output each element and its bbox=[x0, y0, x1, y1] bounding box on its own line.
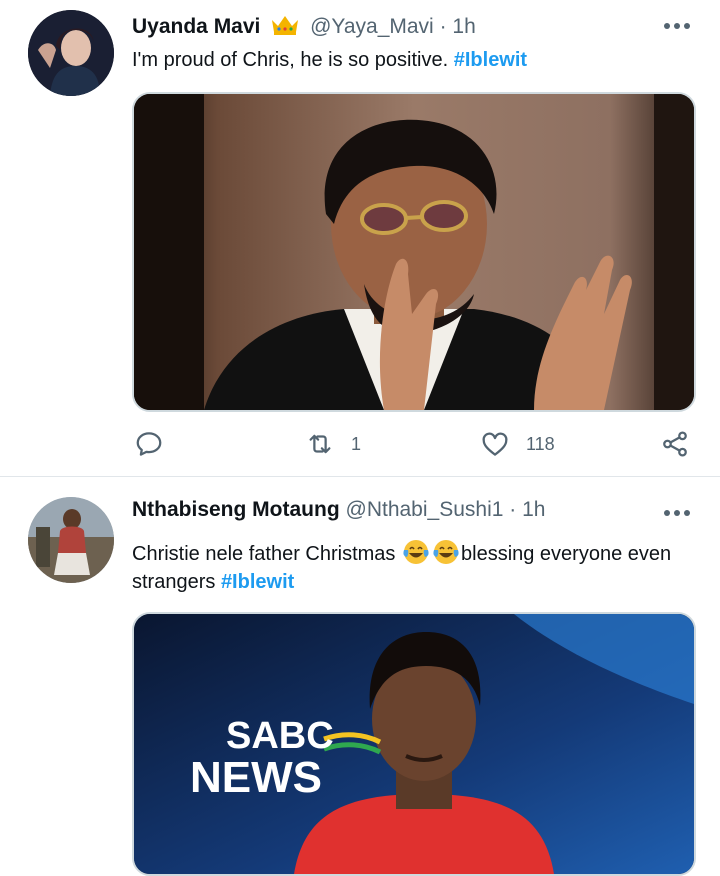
display-name[interactable]: Nthabiseng Motaung bbox=[132, 498, 340, 521]
retweet-button[interactable]: 1 bbox=[305, 424, 361, 464]
share-icon bbox=[663, 431, 687, 457]
avatar[interactable] bbox=[28, 497, 114, 583]
media-logo-line1: SABC bbox=[226, 715, 334, 757]
reply-icon bbox=[136, 432, 162, 456]
timestamp[interactable]: 1h bbox=[452, 15, 475, 38]
tweet[interactable]: Nthabiseng Motaung @Nthabi_Sushi1 · 1h C… bbox=[0, 477, 720, 876]
tweet-body: I'm proud of Chris, he is so positive. bbox=[132, 49, 449, 71]
tweet-text: Christie nele father Christmas blessing … bbox=[132, 538, 692, 596]
timestamp[interactable]: 1h bbox=[522, 498, 545, 521]
media-logo-line2: NEWS bbox=[190, 753, 322, 802]
hashtag-link[interactable]: #Iblewit bbox=[454, 49, 527, 71]
retweet-count: 1 bbox=[351, 433, 362, 454]
tweet-media-image[interactable] bbox=[132, 92, 696, 412]
avatar[interactable] bbox=[28, 10, 114, 96]
like-count: 118 bbox=[526, 433, 555, 454]
tweet[interactable]: Uyanda Mavi @Yaya_Mavi · 1h I'm proud of… bbox=[0, 0, 720, 477]
share-button[interactable] bbox=[660, 424, 690, 464]
like-button[interactable]: 118 bbox=[480, 424, 555, 464]
tears-of-joy-emoji-icon bbox=[432, 538, 460, 566]
reply-button[interactable] bbox=[134, 424, 180, 464]
retweet-icon bbox=[309, 434, 331, 454]
user-handle[interactable]: @Nthabi_Sushi1 bbox=[346, 498, 504, 521]
user-handle[interactable]: @Yaya_Mavi bbox=[310, 15, 434, 38]
tears-of-joy-emoji-icon bbox=[402, 538, 430, 566]
separator: · bbox=[509, 498, 517, 521]
separator: · bbox=[439, 15, 447, 38]
tweet-header: Nthabiseng Motaung @Nthabi_Sushi1 · 1h bbox=[132, 498, 545, 522]
display-name[interactable]: Uyanda Mavi bbox=[132, 15, 260, 38]
hashtag-link[interactable]: #Iblewit bbox=[221, 571, 294, 593]
tweet-text: I'm proud of Chris, he is so positive. #… bbox=[132, 46, 692, 74]
heart-icon bbox=[482, 432, 508, 456]
tweet-body-start: Christie nele father Christmas bbox=[132, 543, 396, 565]
tweet-media-image[interactable]: SABC NEWS bbox=[132, 612, 696, 876]
tweet-actions: 1 118 bbox=[0, 424, 720, 464]
tweet-header: Uyanda Mavi @Yaya_Mavi · 1h bbox=[132, 14, 476, 39]
more-options-icon[interactable] bbox=[664, 22, 690, 30]
more-options-icon[interactable] bbox=[664, 509, 690, 517]
crown-emoji-icon bbox=[270, 14, 300, 36]
